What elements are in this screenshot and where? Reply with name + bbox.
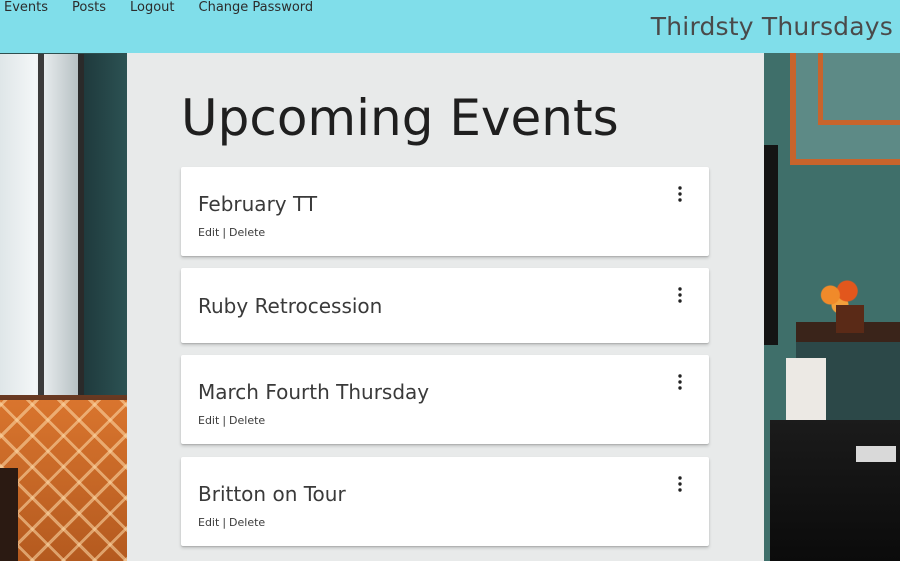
event-actions: Edit | Delete xyxy=(198,226,265,239)
main-panel: Upcoming Events February TT Edit | Delete … xyxy=(127,53,764,561)
background-dark-pillar xyxy=(764,145,778,345)
nav-links: Events Posts Logout Change Password xyxy=(0,0,325,16)
nav-link-logout[interactable]: Logout xyxy=(118,0,187,16)
event-title: Britton on Tour xyxy=(198,482,346,506)
nav-link-events[interactable]: Events xyxy=(0,0,60,16)
event-actions: Edit | Delete xyxy=(198,414,265,427)
site-brand[interactable]: Thirdsty Thursdays xyxy=(651,12,893,41)
background-stool xyxy=(770,420,900,561)
edit-link[interactable]: Edit xyxy=(198,226,219,239)
action-separator: | xyxy=(222,226,227,239)
background-speaker-label xyxy=(856,446,896,462)
more-vert-icon[interactable] xyxy=(673,475,687,493)
event-title: March Fourth Thursday xyxy=(198,380,430,404)
more-vert-icon[interactable] xyxy=(673,286,687,304)
delete-link[interactable]: Delete xyxy=(229,516,265,529)
top-navbar: Events Posts Logout Change Password Thir… xyxy=(0,0,900,53)
background-vase xyxy=(836,305,864,333)
background-window-mullion xyxy=(38,54,44,414)
event-title: Ruby Retrocession xyxy=(198,294,383,318)
delete-link[interactable]: Delete xyxy=(229,226,265,239)
background-orange-chair xyxy=(0,400,127,561)
event-card: February TT Edit | Delete xyxy=(181,167,709,256)
nav-link-change-password[interactable]: Change Password xyxy=(187,0,326,16)
event-actions: Edit | Delete xyxy=(198,516,265,529)
nav-link-posts[interactable]: Posts xyxy=(60,0,118,16)
action-separator: | xyxy=(222,414,227,427)
event-card: Ruby Retrocession xyxy=(181,268,709,343)
background-window-shadow xyxy=(84,54,127,414)
page-title: Upcoming Events xyxy=(181,89,619,147)
action-separator: | xyxy=(222,516,227,529)
more-vert-icon[interactable] xyxy=(673,185,687,203)
delete-link[interactable]: Delete xyxy=(229,414,265,427)
background-dark-edge xyxy=(0,468,18,561)
edit-link[interactable]: Edit xyxy=(198,516,219,529)
background-wall-panel-inner xyxy=(818,53,900,125)
background-white-chair xyxy=(786,358,826,424)
edit-link[interactable]: Edit xyxy=(198,414,219,427)
more-vert-icon[interactable] xyxy=(673,373,687,391)
event-card: March Fourth Thursday Edit | Delete xyxy=(181,355,709,444)
event-title: February TT xyxy=(198,192,318,216)
event-card: Britton on Tour Edit | Delete xyxy=(181,457,709,546)
